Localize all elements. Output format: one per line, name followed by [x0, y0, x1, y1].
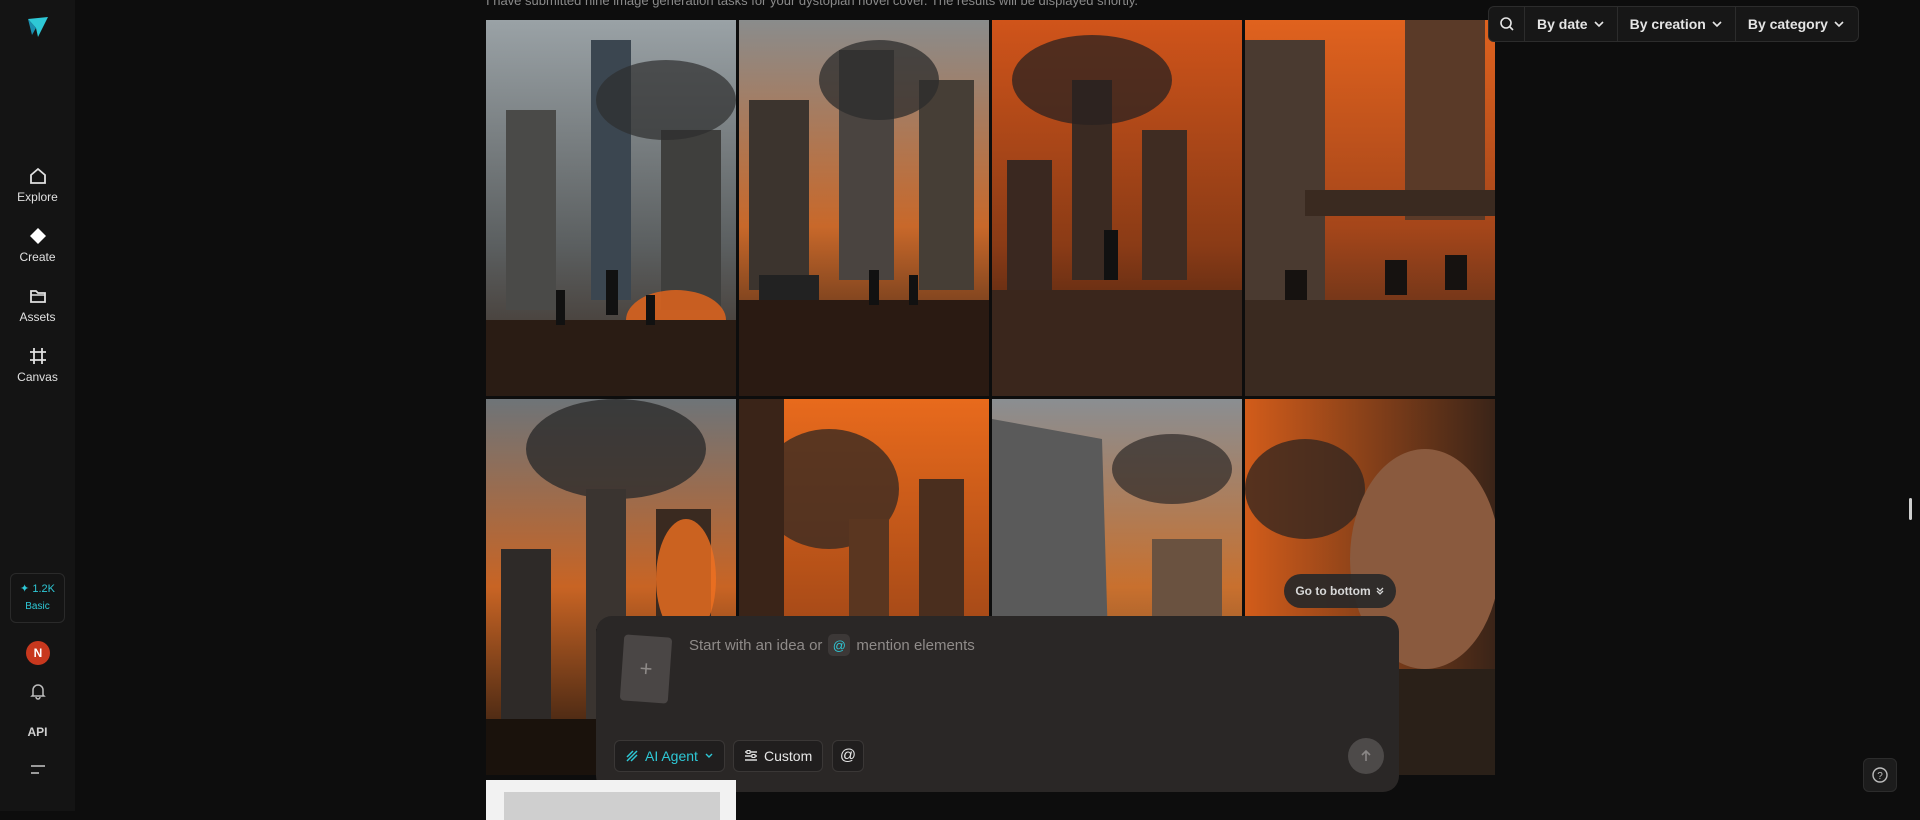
- agent-icon: [626, 750, 638, 762]
- nav-canvas-label: Canvas: [17, 370, 58, 384]
- arrow-up-icon: [1361, 749, 1371, 761]
- chevron-down-icon: [1594, 21, 1604, 28]
- lone-figure-burning-city-image: [992, 20, 1242, 396]
- custom-label: Custom: [764, 748, 813, 764]
- filter-by-category-label: By category: [1747, 16, 1828, 32]
- prompt-input[interactable]: Start with an idea or @ mention elements: [689, 634, 975, 656]
- scrollbar-thumb[interactable]: [1909, 498, 1912, 520]
- send-button[interactable]: [1348, 738, 1384, 774]
- filter-by-category[interactable]: By category: [1736, 6, 1857, 42]
- home-icon: [29, 167, 46, 184]
- search-button[interactable]: [1489, 6, 1525, 42]
- filter-by-creation-label: By creation: [1629, 16, 1706, 32]
- chevron-down-icon: [1712, 21, 1722, 28]
- folder-icon: [29, 290, 46, 303]
- double-chevron-down-icon: [1376, 587, 1384, 595]
- chevron-down-icon: [705, 753, 713, 758]
- gallery-image[interactable]: [992, 20, 1242, 396]
- mention-label: @: [839, 747, 857, 764]
- filter-by-date[interactable]: By date: [1525, 6, 1618, 42]
- mention-button[interactable]: @: [832, 740, 864, 772]
- filter-by-date-label: By date: [1537, 16, 1588, 32]
- nav-canvas[interactable]: Canvas: [0, 346, 75, 384]
- api-link[interactable]: API: [0, 725, 75, 739]
- prompt-placeholder-end: mention elements: [856, 636, 975, 654]
- help-button[interactable]: ?: [1863, 758, 1897, 792]
- ruined-skyscraper-soldiers-image: [486, 20, 736, 396]
- nav-explore[interactable]: Explore: [0, 166, 75, 204]
- tank-soldiers-ruins-image: [739, 20, 989, 396]
- add-reference-button[interactable]: +: [619, 634, 673, 704]
- sidebar: Explore Create Assets Canvas ✦ 1.2K Basi…: [0, 0, 75, 811]
- prompt-composer: + Start with an idea or @ mention elemen…: [596, 616, 1399, 792]
- prompt-placeholder-start: Start with an idea or: [689, 636, 823, 654]
- gallery-image[interactable]: [739, 20, 989, 396]
- logo-icon[interactable]: [24, 13, 52, 41]
- frame-icon: [29, 348, 46, 364]
- custom-settings-button[interactable]: Custom: [733, 740, 824, 772]
- nav-create[interactable]: Create: [0, 226, 75, 264]
- avatar[interactable]: N: [26, 641, 50, 665]
- credits-amount: ✦ 1.2K: [20, 583, 55, 595]
- chevron-down-icon: [1834, 21, 1844, 28]
- nav-create-label: Create: [19, 250, 56, 264]
- partial-image-content: [504, 792, 720, 820]
- gallery-image[interactable]: [1245, 20, 1495, 396]
- nav-assets[interactable]: Assets: [0, 286, 75, 324]
- credits-badge[interactable]: ✦ 1.2K Basic: [10, 573, 65, 623]
- go-to-bottom-button[interactable]: Go to bottom: [1284, 574, 1396, 608]
- search-icon: [1499, 17, 1514, 31]
- soldiers-under-bridge-image: [1245, 20, 1495, 396]
- diamond-icon: [29, 228, 46, 244]
- gallery-image-partial[interactable]: [486, 780, 736, 820]
- menu-icon[interactable]: [29, 763, 47, 777]
- agent-message: I have submitted nine image generation t…: [486, 0, 1139, 8]
- nav-assets-label: Assets: [19, 310, 56, 324]
- gallery-image[interactable]: [486, 20, 736, 396]
- sliders-icon: [745, 750, 757, 761]
- help-icon: ?: [1872, 767, 1888, 783]
- mention-chip: @: [828, 634, 851, 656]
- svg-text:?: ?: [1877, 771, 1883, 782]
- nav-explore-label: Explore: [17, 190, 58, 204]
- plan-label: Basic: [25, 601, 50, 612]
- filter-bar: By date By creation By category: [1488, 6, 1859, 42]
- bell-icon[interactable]: [29, 682, 47, 700]
- go-to-bottom-label: Go to bottom: [1295, 584, 1371, 598]
- filter-by-creation[interactable]: By creation: [1618, 6, 1736, 42]
- ai-agent-label: AI Agent: [645, 748, 698, 764]
- ai-agent-button[interactable]: AI Agent: [614, 740, 725, 772]
